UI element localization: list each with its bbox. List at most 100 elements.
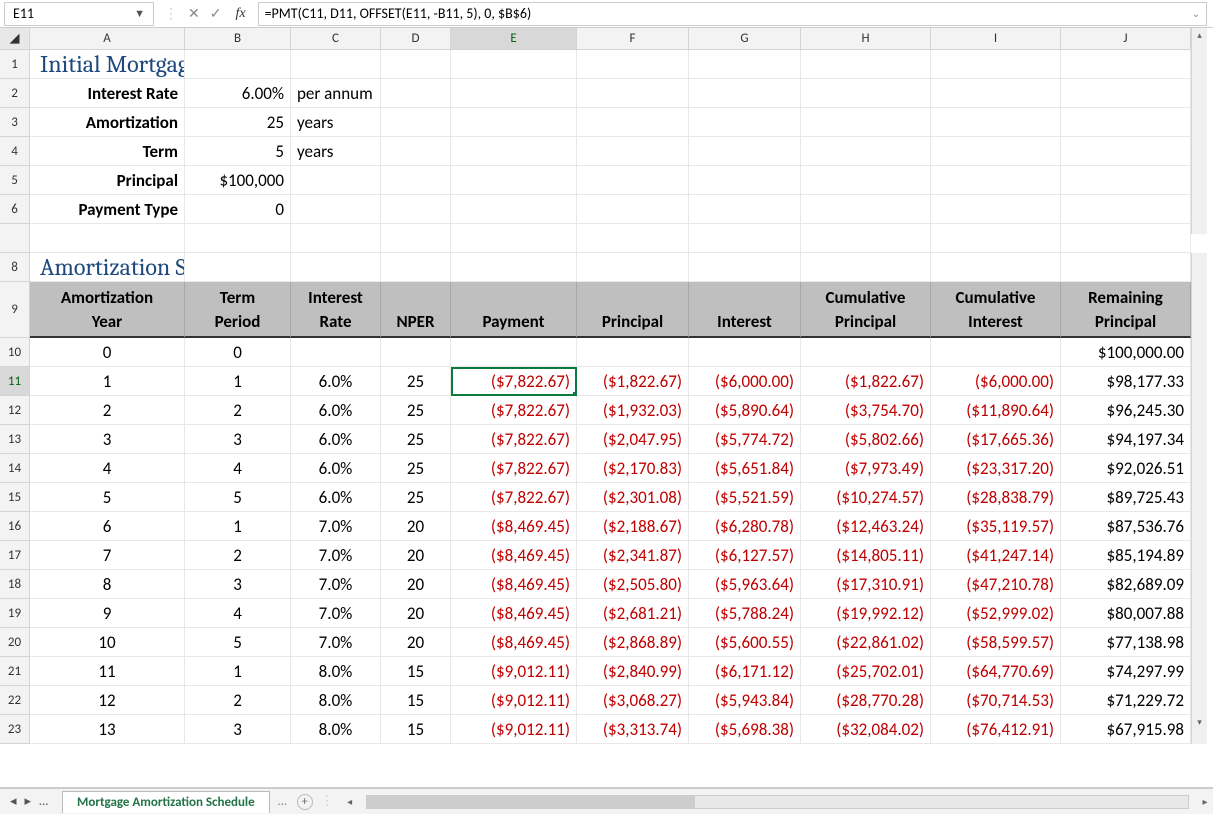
cell[interactable] bbox=[451, 195, 577, 224]
cell[interactable]: 5 bbox=[185, 483, 291, 512]
cell[interactable]: ($2,188.67) bbox=[577, 512, 689, 541]
cell[interactable]: 15 bbox=[381, 686, 451, 715]
name-box[interactable]: E11 ▼ bbox=[4, 2, 154, 26]
cell[interactable]: 0 bbox=[185, 338, 291, 367]
cell[interactable]: 7.0% bbox=[291, 599, 381, 628]
cell[interactable] bbox=[291, 166, 381, 195]
cell[interactable]: 6.0% bbox=[291, 396, 381, 425]
cell[interactable]: ($2,341.87) bbox=[577, 541, 689, 570]
cell[interactable]: 5 bbox=[185, 137, 291, 166]
scroll-left-icon[interactable]: ◂ bbox=[342, 795, 358, 808]
cell[interactable]: ($17,665.36) bbox=[931, 425, 1061, 454]
cell[interactable]: ($1,932.03) bbox=[577, 396, 689, 425]
scroll-right-icon[interactable]: ▸ bbox=[1197, 795, 1213, 808]
cell[interactable]: 13 bbox=[30, 715, 185, 744]
cell[interactable]: ($7,822.67) bbox=[451, 425, 577, 454]
cell[interactable] bbox=[577, 137, 689, 166]
cell[interactable] bbox=[689, 253, 801, 282]
cell[interactable]: $74,297.99 bbox=[1061, 657, 1191, 686]
cell[interactable] bbox=[381, 79, 451, 108]
horizontal-scrollbar[interactable] bbox=[366, 795, 1189, 809]
cell[interactable] bbox=[1061, 79, 1191, 108]
cell[interactable]: ($12,463.24) bbox=[801, 512, 931, 541]
fx-icon[interactable]: fx bbox=[231, 6, 249, 22]
row-header-12[interactable]: 12 bbox=[0, 396, 30, 425]
cell[interactable]: ($5,788.24) bbox=[689, 599, 801, 628]
col-header-E[interactable]: E bbox=[451, 28, 577, 50]
cell[interactable]: ($7,822.67) bbox=[451, 454, 577, 483]
cell[interactable] bbox=[381, 108, 451, 137]
cell[interactable]: ($76,412.91) bbox=[931, 715, 1061, 744]
cell[interactable]: 9 bbox=[30, 599, 185, 628]
cell[interactable] bbox=[931, 195, 1061, 224]
cell[interactable] bbox=[381, 338, 451, 367]
cell[interactable]: ($2,505.80) bbox=[577, 570, 689, 599]
cell[interactable]: ($9,012.11) bbox=[451, 657, 577, 686]
cell[interactable]: $96,245.30 bbox=[1061, 396, 1191, 425]
cell[interactable]: $80,007.88 bbox=[1061, 599, 1191, 628]
table-header-g[interactable]: Interest bbox=[689, 282, 801, 338]
cell[interactable] bbox=[801, 50, 931, 79]
cell[interactable]: 0 bbox=[30, 338, 185, 367]
cell[interactable] bbox=[801, 338, 931, 367]
cell[interactable]: ($3,754.70) bbox=[801, 396, 931, 425]
cell[interactable]: ($35,119.57) bbox=[931, 512, 1061, 541]
cell[interactable] bbox=[689, 79, 801, 108]
cell[interactable]: 3 bbox=[185, 425, 291, 454]
cell[interactable] bbox=[1061, 50, 1191, 79]
cancel-icon[interactable]: ✕ bbox=[188, 5, 200, 22]
cell[interactable]: 6.0% bbox=[291, 367, 381, 396]
cell[interactable]: ($5,802.66) bbox=[801, 425, 931, 454]
row-header-16[interactable]: 16 bbox=[0, 512, 30, 541]
cell[interactable]: ($6,280.78) bbox=[689, 512, 801, 541]
row-header-11[interactable]: 11 bbox=[0, 367, 30, 396]
cell[interactable]: ($2,301.08) bbox=[577, 483, 689, 512]
cell[interactable]: ($10,274.57) bbox=[801, 483, 931, 512]
cell[interactable]: ($7,822.67) bbox=[451, 396, 577, 425]
row-header-10[interactable]: 10 bbox=[0, 338, 30, 367]
vertical-scrollbar[interactable]: ▴ bbox=[1191, 28, 1207, 50]
cell[interactable] bbox=[577, 338, 689, 367]
row-header-1[interactable]: 1 bbox=[0, 50, 30, 79]
cell[interactable]: Payment Type bbox=[30, 195, 185, 224]
cell[interactable]: 7.0% bbox=[291, 512, 381, 541]
cell[interactable]: ($32,084.02) bbox=[801, 715, 931, 744]
scroll-thumb[interactable] bbox=[367, 796, 696, 808]
cell[interactable] bbox=[291, 253, 381, 282]
cell[interactable]: 25 bbox=[381, 425, 451, 454]
cell[interactable]: 4 bbox=[185, 599, 291, 628]
cell[interactable]: 3 bbox=[30, 425, 185, 454]
cell[interactable]: 1 bbox=[185, 367, 291, 396]
row-header-5[interactable]: 5 bbox=[0, 166, 30, 195]
cell[interactable]: $85,194.89 bbox=[1061, 541, 1191, 570]
row-header-8[interactable]: 8 bbox=[0, 253, 30, 282]
cell[interactable]: ($14,805.11) bbox=[801, 541, 931, 570]
new-sheet-icon[interactable]: + bbox=[297, 794, 313, 810]
cell[interactable]: ($2,170.83) bbox=[577, 454, 689, 483]
cell[interactable] bbox=[381, 50, 451, 79]
cell[interactable]: 25 bbox=[381, 367, 451, 396]
cell[interactable]: $71,229.72 bbox=[1061, 686, 1191, 715]
cell[interactable] bbox=[689, 338, 801, 367]
row-header-21[interactable]: 21 bbox=[0, 657, 30, 686]
cell[interactable]: 6.0% bbox=[291, 454, 381, 483]
cell[interactable]: Term bbox=[30, 137, 185, 166]
cell[interactable]: ($5,600.55) bbox=[689, 628, 801, 657]
col-header-H[interactable]: H bbox=[801, 28, 931, 50]
col-header-C[interactable]: C bbox=[291, 28, 381, 50]
row-header-9[interactable]: 9 bbox=[0, 282, 30, 338]
chevron-down-icon[interactable]: ▼ bbox=[134, 7, 145, 20]
cell-a1[interactable]: Initial Mortgage Data bbox=[30, 50, 185, 79]
cell[interactable]: ($11,890.64) bbox=[931, 396, 1061, 425]
cell[interactable]: $92,026.51 bbox=[1061, 454, 1191, 483]
cell[interactable]: 7.0% bbox=[291, 628, 381, 657]
cell[interactable]: $67,915.98 bbox=[1061, 715, 1191, 744]
table-header-i[interactable]: CumulativeInterest bbox=[931, 282, 1061, 338]
cell[interactable] bbox=[291, 50, 381, 79]
col-header-F[interactable]: F bbox=[577, 28, 689, 50]
row-header-4[interactable]: 4 bbox=[0, 137, 30, 166]
cell[interactable]: 25 bbox=[381, 483, 451, 512]
table-header-c[interactable]: InterestRate bbox=[291, 282, 381, 338]
cell[interactable]: $100,000 bbox=[185, 166, 291, 195]
sheet-tab-active[interactable]: Mortgage Amortization Schedule bbox=[62, 791, 270, 813]
